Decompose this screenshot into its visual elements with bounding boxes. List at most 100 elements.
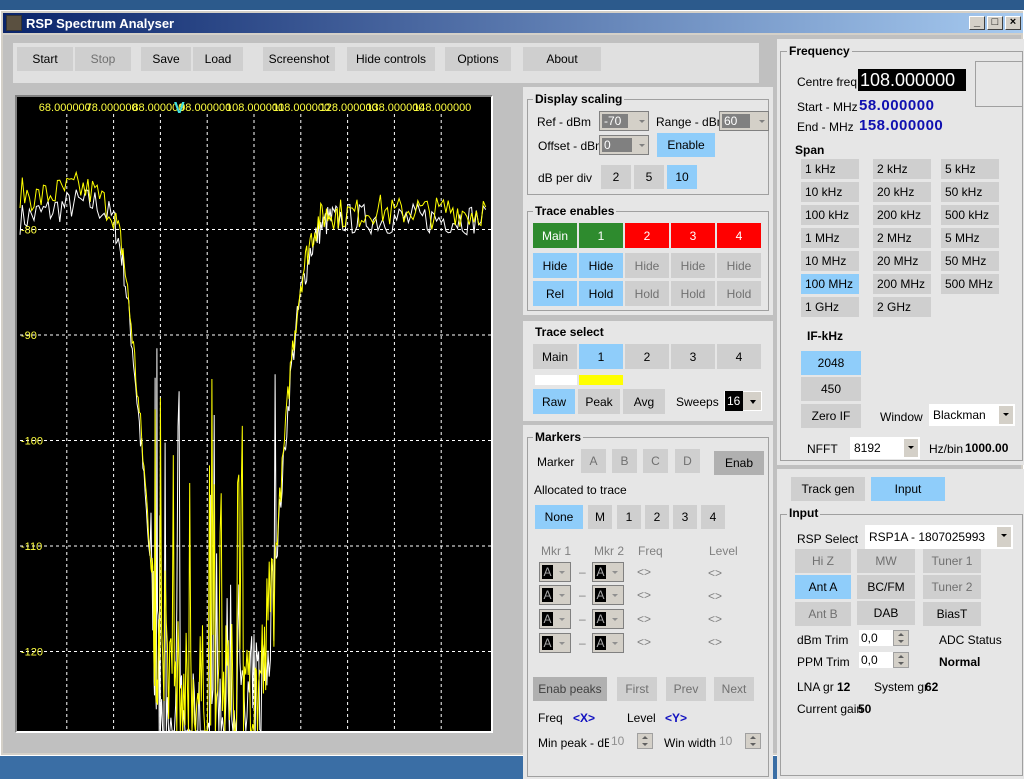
stop-button[interactable]: Stop [75, 47, 131, 71]
span-button[interactable]: 500 MHz [941, 274, 999, 294]
enable-offset-button[interactable]: Enable [657, 133, 715, 157]
next-peak-button[interactable]: Next [714, 677, 754, 701]
dab-button[interactable]: DAB [857, 601, 915, 625]
trace-enable-4[interactable]: 4 [717, 223, 761, 248]
options-button[interactable]: Options [445, 47, 511, 71]
span-button[interactable]: 100 MHz [801, 274, 859, 294]
bias-t-button[interactable]: BiasT [923, 602, 981, 626]
mkr2-dropdown-row2[interactable]: A [592, 585, 624, 605]
trace-select-3[interactable]: 3 [671, 344, 715, 369]
spin-arrows-icon[interactable] [745, 733, 761, 749]
marker-b-button[interactable]: B [612, 449, 637, 473]
db-per-div-5[interactable]: 5 [634, 165, 664, 189]
allocate-none-button[interactable]: None [535, 505, 583, 529]
hold-4-button[interactable]: Hold [717, 281, 761, 306]
hide-1-button[interactable]: Hide [579, 253, 623, 278]
rel-main-button[interactable]: Rel [533, 281, 577, 306]
span-button[interactable]: 10 kHz [801, 182, 859, 202]
hold-2-button[interactable]: Hold [625, 281, 669, 306]
save-button[interactable]: Save [141, 47, 191, 71]
trace-select-4[interactable]: 4 [717, 344, 761, 369]
span-button[interactable]: 20 MHz [873, 251, 931, 271]
span-button[interactable]: 500 kHz [941, 205, 999, 225]
if-450-button[interactable]: 450 [801, 377, 861, 401]
rsp-select-dropdown[interactable]: RSP1A - 1807025993 [865, 525, 1013, 549]
ant-a-button[interactable]: Ant A [795, 575, 851, 599]
minimize-button[interactable]: _ [969, 16, 985, 30]
mkr1-dropdown-row3[interactable]: A [539, 609, 571, 629]
sweeps-dropdown[interactable]: 16 [724, 391, 762, 411]
span-button[interactable]: 1 GHz [801, 297, 859, 317]
spin-arrows-icon[interactable] [637, 733, 653, 749]
hide-controls-button[interactable]: Hide controls [347, 47, 435, 71]
span-button[interactable]: 2 MHz [873, 228, 931, 248]
marker-c-button[interactable]: C [643, 449, 668, 473]
enable-peaks-button[interactable]: Enab peaks [533, 677, 607, 701]
allocate-2-button[interactable]: 2 [645, 505, 669, 529]
trace-enable-2[interactable]: 2 [625, 223, 669, 248]
span-button[interactable]: 200 kHz [873, 205, 931, 225]
span-button[interactable]: 1 MHz [801, 228, 859, 248]
mkr2-dropdown-row1[interactable]: A [592, 562, 624, 582]
trace-enable-1[interactable]: 1 [579, 223, 623, 248]
window-dropdown[interactable]: Blackman [929, 404, 1015, 426]
span-button[interactable]: 20 kHz [873, 182, 931, 202]
mkr2-dropdown-row4[interactable]: A [592, 633, 624, 653]
hide-3-button[interactable]: Hide [671, 253, 715, 278]
span-button[interactable]: 5 kHz [941, 159, 999, 179]
spectrum-display[interactable]: 68.000000 78.000000 88.000000 98.000000 108.… [15, 95, 493, 733]
min-peak-value[interactable]: 10 [609, 733, 637, 749]
ant-b-button[interactable]: Ant B [795, 602, 851, 626]
spectrum-plot[interactable]: 68.00000078.00000088.00000098.000000108.… [17, 97, 491, 731]
first-peak-button[interactable]: First [617, 677, 657, 701]
avg-mode-button[interactable]: Avg [623, 389, 665, 414]
span-button[interactable]: 2 GHz [873, 297, 931, 317]
hold-3-button[interactable]: Hold [671, 281, 715, 306]
dbm-trim-spinner[interactable]: 0,0 [859, 630, 909, 646]
mw-button[interactable]: MW [857, 549, 915, 573]
allocate-4-button[interactable]: 4 [701, 505, 725, 529]
trace-select-2[interactable]: 2 [625, 344, 669, 369]
spin-arrows-icon[interactable] [893, 630, 909, 646]
win-width-value[interactable]: 10 [717, 733, 745, 749]
start-button[interactable]: Start [17, 47, 73, 71]
mkr1-dropdown-row1[interactable]: A [539, 562, 571, 582]
raw-mode-button[interactable]: Raw [533, 389, 575, 414]
maximize-button[interactable]: □ [987, 16, 1003, 30]
span-button[interactable]: 1 kHz [801, 159, 859, 179]
win-width-spinner[interactable]: 10 [717, 733, 761, 749]
centre-freq-input[interactable]: 108.000000 [858, 69, 966, 91]
mkr1-dropdown-row2[interactable]: A [539, 585, 571, 605]
dbm-trim-value[interactable]: 0,0 [859, 630, 893, 646]
tab-track-gen[interactable]: Track gen [791, 477, 865, 501]
screenshot-button[interactable]: Screenshot [263, 47, 335, 71]
min-peak-spinner[interactable]: 10 [609, 733, 653, 749]
if-2048-button[interactable]: 2048 [801, 351, 861, 375]
hide-main-button[interactable]: Hide [533, 253, 577, 278]
close-button[interactable]: × [1005, 16, 1021, 30]
hold-1-button[interactable]: Hold [579, 281, 623, 306]
ppm-trim-value[interactable]: 0,0 [859, 652, 893, 668]
db-per-div-2[interactable]: 2 [601, 165, 631, 189]
marker-d-button[interactable]: D [675, 449, 700, 473]
hide-4-button[interactable]: Hide [717, 253, 761, 278]
ppm-trim-spinner[interactable]: 0,0 [859, 652, 909, 668]
marker-a-button[interactable]: A [581, 449, 606, 473]
span-button[interactable]: 50 MHz [941, 251, 999, 271]
offset-dropdown[interactable]: 0 [599, 135, 649, 155]
allocate-3-button[interactable]: 3 [673, 505, 697, 529]
span-button[interactable]: 50 kHz [941, 182, 999, 202]
trace-enable-main[interactable]: Main [533, 223, 577, 248]
span-button[interactable]: 5 MHz [941, 228, 999, 248]
tab-input[interactable]: Input [871, 477, 945, 501]
bc-fm-button[interactable]: BC/FM [857, 575, 915, 599]
mkr2-dropdown-row3[interactable]: A [592, 609, 624, 629]
load-button[interactable]: Load [193, 47, 243, 71]
span-button[interactable]: 200 MHz [873, 274, 931, 294]
nfft-dropdown[interactable]: 8192 [850, 437, 920, 459]
span-button[interactable]: 2 kHz [873, 159, 931, 179]
allocate-1-button[interactable]: 1 [617, 505, 641, 529]
allocate-m-button[interactable]: M [588, 505, 612, 529]
prev-peak-button[interactable]: Prev [666, 677, 706, 701]
title-bar[interactable]: RSP Spectrum Analyser _ □ × [3, 13, 1023, 33]
